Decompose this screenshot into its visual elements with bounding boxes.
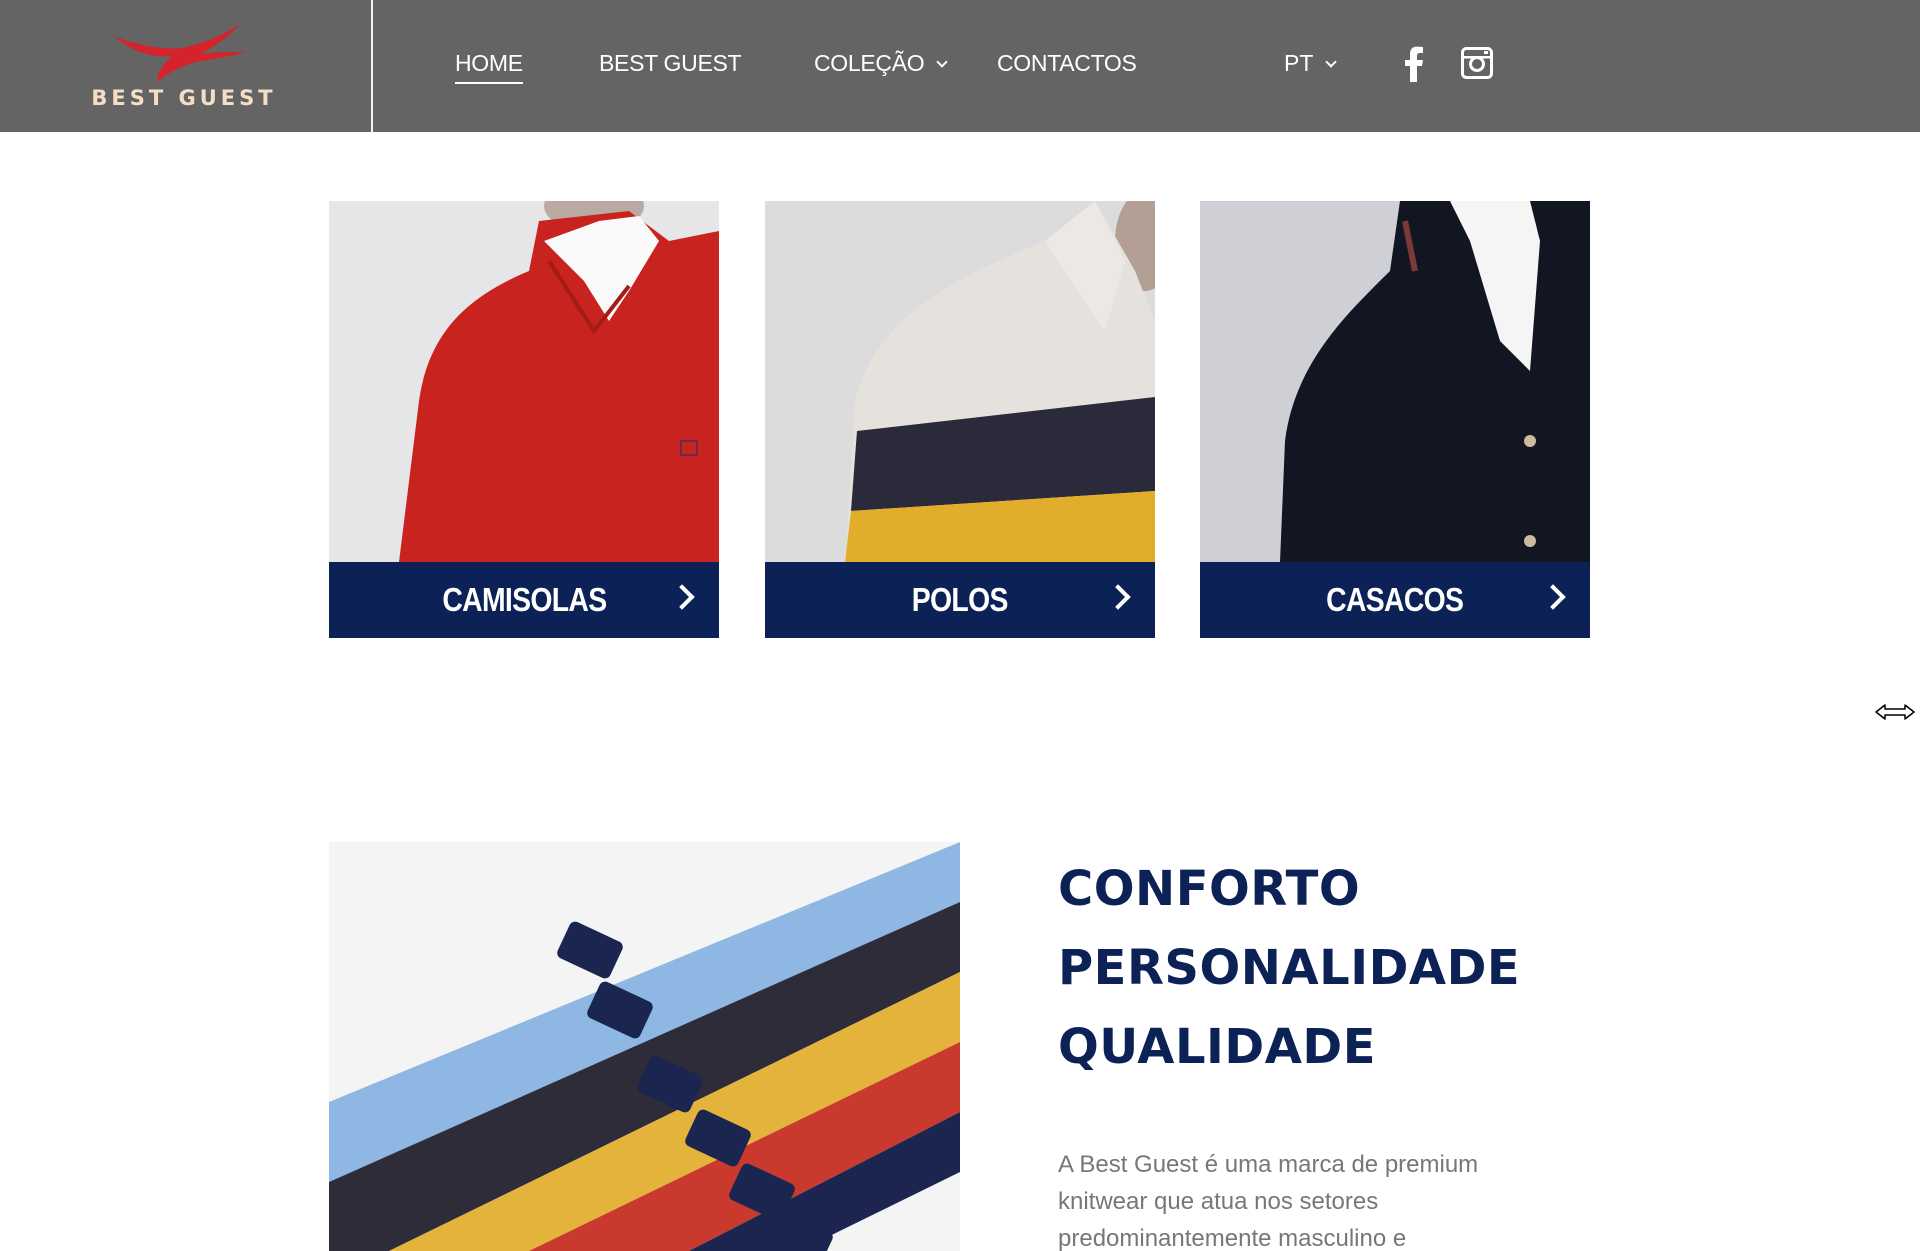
logo-text: BEST GUEST xyxy=(91,86,277,110)
category-bar: POLOS xyxy=(765,562,1155,638)
language-selector[interactable]: PT xyxy=(1284,50,1338,77)
chevron-right-icon xyxy=(1540,584,1566,610)
chevron-down-icon xyxy=(1325,56,1338,68)
knitwear-labels-photo xyxy=(329,842,960,1251)
nav-home[interactable]: HOME xyxy=(455,50,523,84)
headline-line: QUALIDADE xyxy=(1058,1019,1377,1075)
headline-line: PERSONALIDADE xyxy=(1058,940,1521,996)
chevron-right-icon xyxy=(1105,584,1131,610)
logo-link[interactable]: BEST GUEST xyxy=(0,0,373,132)
nav-colecao[interactable]: COLEÇÃO xyxy=(814,50,949,77)
nav-best-guest[interactable]: BEST GUEST xyxy=(599,50,742,77)
nav-contactos[interactable]: CONTACTOS xyxy=(997,50,1137,77)
chevron-right-icon xyxy=(669,584,695,610)
resize-cursor-icon xyxy=(1875,704,1915,720)
facebook-icon[interactable] xyxy=(1403,46,1425,82)
category-label: CAMISOLAS xyxy=(441,581,607,618)
category-card-camisolas[interactable]: CAMISOLAS xyxy=(329,201,719,638)
nav-colecao-label: COLEÇÃO xyxy=(814,50,925,76)
polo-photo xyxy=(765,201,1155,562)
category-label: POLOS xyxy=(912,581,1009,618)
category-label: CASACOS xyxy=(1326,581,1464,618)
about-headline: CONFORTO PERSONALIDADE QUALIDADE xyxy=(1058,850,1520,1087)
category-bar: CASACOS xyxy=(1200,562,1590,638)
site-header: BEST GUEST HOME BEST GUEST COLEÇÃO CONTA… xyxy=(0,0,1920,132)
instagram-icon[interactable] xyxy=(1461,47,1493,79)
category-bar: CAMISOLAS xyxy=(329,562,719,638)
logo-bird-icon xyxy=(114,24,246,82)
about-intro-text: A Best Guest é uma marca de premium knit… xyxy=(1058,1151,1479,1251)
category-card-casacos[interactable]: CASACOS xyxy=(1200,201,1590,638)
chevron-down-icon xyxy=(936,56,949,68)
casaco-photo xyxy=(1200,201,1590,562)
category-card-polos[interactable]: POLOS xyxy=(765,201,1155,638)
headline-line: CONFORTO xyxy=(1058,861,1361,917)
language-label: PT xyxy=(1284,50,1314,76)
camisola-photo xyxy=(329,201,719,562)
